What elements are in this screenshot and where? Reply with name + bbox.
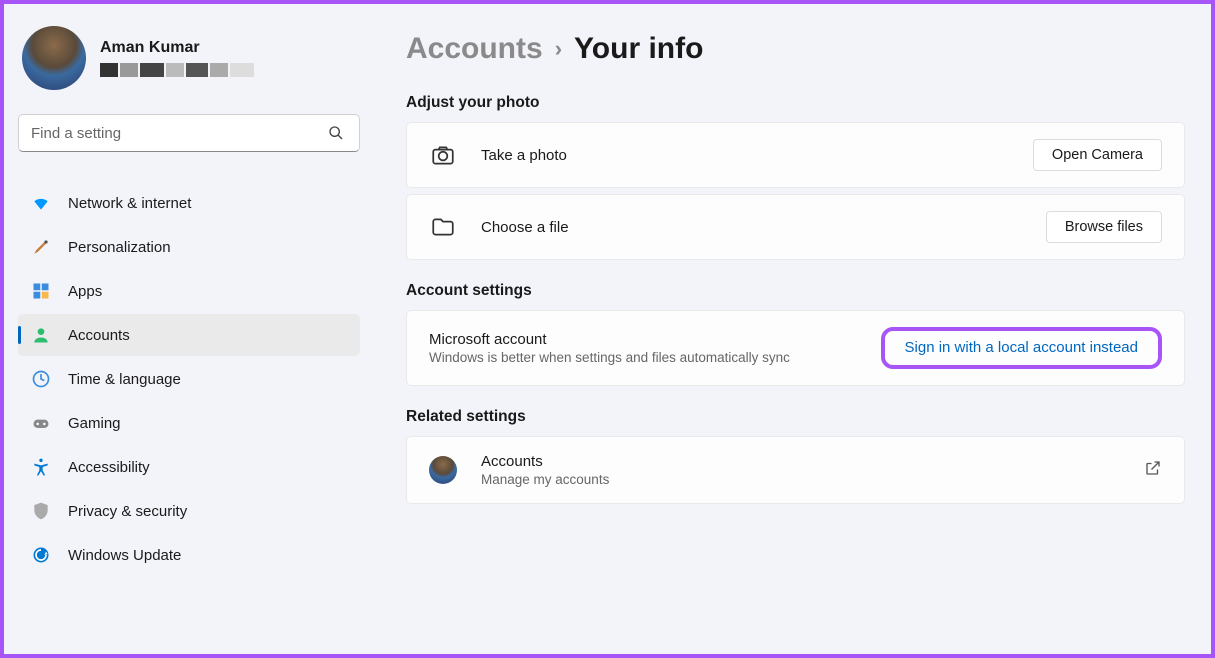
profile-header[interactable]: Aman Kumar — [18, 22, 360, 100]
nav-item-accounts[interactable]: Accounts — [18, 314, 360, 356]
shield-icon — [30, 500, 52, 522]
apps-icon — [30, 280, 52, 302]
search-input[interactable] — [31, 125, 325, 142]
nav-item-update[interactable]: Windows Update — [18, 534, 360, 576]
nav-label: Network & internet — [68, 195, 191, 212]
nav-item-accessibility[interactable]: Accessibility — [18, 446, 360, 488]
card-title: Accounts — [481, 453, 1144, 470]
nav-label: Personalization — [68, 239, 171, 256]
search-box[interactable] — [18, 114, 360, 152]
profile-email-redacted — [100, 63, 254, 77]
accessibility-icon — [30, 456, 52, 478]
nav-item-privacy[interactable]: Privacy & security — [18, 490, 360, 532]
main-content: Accounts › Your info Adjust your photo T… — [374, 4, 1211, 654]
avatar — [22, 26, 86, 90]
open-camera-button[interactable]: Open Camera — [1033, 139, 1162, 171]
nav-label: Accessibility — [68, 459, 150, 476]
card-choose-file: Choose a file Browse files — [406, 194, 1185, 260]
card-subtitle: Manage my accounts — [481, 472, 1144, 487]
nav-label: Apps — [68, 283, 102, 300]
card-take-photo: Take a photo Open Camera — [406, 122, 1185, 188]
nav-label: Time & language — [68, 371, 181, 388]
nav-list: Network & internet Personalization Apps … — [18, 182, 360, 576]
section-title-photo: Adjust your photo — [406, 94, 1185, 112]
card-subtitle: Windows is better when settings and file… — [429, 350, 871, 365]
local-account-link[interactable]: Sign in with a local account instead — [897, 335, 1146, 360]
nav-item-network[interactable]: Network & internet — [18, 182, 360, 224]
search-icon — [325, 122, 347, 144]
paintbrush-icon — [30, 236, 52, 258]
chevron-right-icon: › — [555, 36, 562, 62]
card-title: Choose a file — [481, 219, 1046, 236]
sidebar: Aman Kumar Network & internet Personaliz… — [4, 4, 374, 654]
breadcrumb-current: Your info — [574, 32, 703, 66]
highlight-box: Sign in with a local account instead — [881, 327, 1162, 369]
person-icon — [30, 324, 52, 346]
folder-icon — [429, 213, 457, 241]
card-title: Microsoft account — [429, 331, 871, 348]
nav-label: Accounts — [68, 327, 130, 344]
external-link-icon — [1144, 459, 1162, 482]
card-related-accounts[interactable]: Accounts Manage my accounts — [406, 436, 1185, 504]
update-icon — [30, 544, 52, 566]
nav-item-personalization[interactable]: Personalization — [18, 226, 360, 268]
section-title-account: Account settings — [406, 282, 1185, 300]
browse-files-button[interactable]: Browse files — [1046, 211, 1162, 243]
nav-label: Privacy & security — [68, 503, 187, 520]
wifi-icon — [30, 192, 52, 214]
nav-item-gaming[interactable]: Gaming — [18, 402, 360, 444]
nav-item-time[interactable]: Time & language — [18, 358, 360, 400]
profile-name: Aman Kumar — [100, 39, 254, 57]
globe-clock-icon — [30, 368, 52, 390]
card-title: Take a photo — [481, 147, 1033, 164]
section-title-related: Related settings — [406, 408, 1185, 426]
nav-label: Gaming — [68, 415, 121, 432]
nav-item-apps[interactable]: Apps — [18, 270, 360, 312]
gamepad-icon — [30, 412, 52, 434]
breadcrumb-parent[interactable]: Accounts — [406, 32, 543, 66]
camera-icon — [429, 141, 457, 169]
nav-label: Windows Update — [68, 547, 181, 564]
breadcrumb: Accounts › Your info — [406, 32, 1185, 66]
avatar-small — [429, 456, 457, 484]
card-microsoft-account: Microsoft account Windows is better when… — [406, 310, 1185, 386]
